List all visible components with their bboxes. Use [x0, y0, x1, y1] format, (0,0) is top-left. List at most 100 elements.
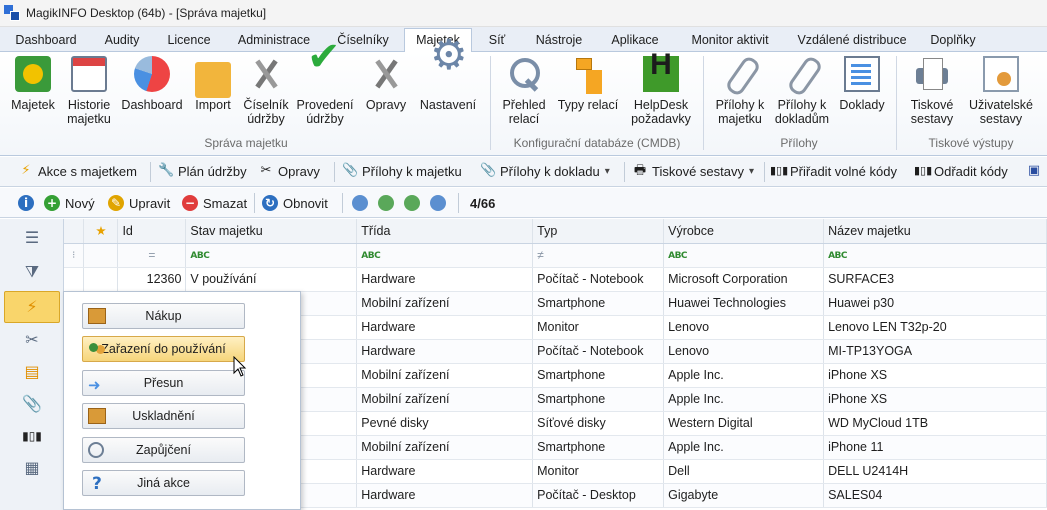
column-header-id[interactable]: Id — [117, 219, 187, 244]
cell-trida[interactable]: Mobilní zařízení — [356, 387, 534, 412]
ribbon-tiskove-button[interactable]: Tiskové sestavy — [902, 56, 962, 126]
cell-typ[interactable]: Smartphone — [532, 387, 665, 412]
cell-nazev[interactable]: DELL U2414H — [823, 459, 1047, 484]
prilohy-k-majetku-button[interactable]: 📎 Přílohy k majetku — [342, 163, 462, 179]
ribbon-prehled-button[interactable]: Přehled relací — [496, 56, 552, 126]
cell-vyrobce[interactable]: Apple Inc. — [663, 363, 825, 388]
tab-audity[interactable]: Audity — [92, 30, 152, 52]
cell-trida[interactable]: Hardware — [356, 459, 534, 484]
column-header-nazev[interactable]: Název majetku — [823, 219, 1047, 244]
cell-vyrobce[interactable]: Lenovo — [663, 339, 825, 364]
first-record-icon[interactable] — [352, 195, 368, 211]
nakup-button[interactable]: Nákup — [82, 303, 245, 329]
cell-typ[interactable]: Síťové disky — [532, 411, 665, 436]
ribbon-nastaveni-button[interactable]: Nastavení — [416, 48, 480, 112]
cell-nazev[interactable]: MI-TP13YOGA — [823, 339, 1047, 364]
next-record-icon[interactable] — [404, 195, 420, 211]
lightning-icon[interactable]: ⚡ — [4, 291, 60, 323]
ribbon-historie-button[interactable]: Historie majetku — [62, 56, 116, 126]
cell-typ[interactable]: Monitor — [532, 315, 665, 340]
filter-cell-nazev[interactable]: ABC — [823, 243, 1047, 268]
column-header-vyrobce[interactable]: Výrobce — [663, 219, 825, 244]
ribbon-import-button[interactable]: Import — [188, 56, 238, 112]
wrench-icon[interactable]: ✂ — [20, 329, 44, 351]
prilohy-k-dokladu-dropdown[interactable]: 📎 Přílohy k dokladu — [480, 163, 610, 179]
cell-vyrobce[interactable]: Gigabyte — [663, 483, 825, 508]
cell-trida[interactable]: Hardware — [356, 267, 534, 292]
ribbon-helpdesk-button[interactable]: HelpDeskpožadavky — [626, 56, 696, 126]
cell-nazev[interactable]: iPhone XS — [823, 363, 1047, 388]
save-button[interactable]: ▣ — [1026, 163, 1046, 179]
filter-icon[interactable]: ⧩ — [20, 261, 44, 283]
filter-cell-stav[interactable]: ABC — [185, 243, 358, 268]
info-button[interactable]: i — [18, 195, 39, 211]
cell-trida[interactable]: Mobilní zařízení — [356, 291, 534, 316]
plan-udrzby-button[interactable]: 🔧 Plán údržby — [158, 163, 247, 179]
tab-nastroje[interactable]: Nástroje — [524, 30, 594, 52]
cell-trida[interactable]: Mobilní zařízení — [356, 435, 534, 460]
ribbon-dashboard-button[interactable]: Dashboard — [120, 56, 184, 112]
cell-typ[interactable]: Počítač - Notebook — [532, 339, 665, 364]
cell-vyrobce[interactable]: Apple Inc. — [663, 387, 825, 412]
cell-vyrobce[interactable]: Microsoft Corporation — [663, 267, 825, 292]
cell-typ[interactable]: Monitor — [532, 459, 665, 484]
akce-s-majetkem-button[interactable]: ⚡ Akce s majetkem — [18, 163, 137, 179]
ribbon-doklady-button[interactable]: Doklady — [836, 56, 888, 112]
cell-vyrobce[interactable]: Dell — [663, 459, 825, 484]
column-header-trida[interactable]: Třída — [356, 219, 534, 244]
ribbon-majetek-button[interactable]: Majetek — [6, 56, 60, 112]
cell-trida[interactable]: Hardware — [356, 315, 534, 340]
cell-trida[interactable]: Hardware — [356, 339, 534, 364]
ribbon-typy-button[interactable]: Typy relací — [554, 56, 622, 112]
table-row[interactable]: 12360 V používání Hardware Počítač - Notebo… — [64, 267, 1047, 292]
opravy-button[interactable]: ✂ Opravy — [258, 163, 320, 179]
smazat-button[interactable]: − Smazat — [182, 195, 247, 211]
upravit-button[interactable]: ✎ Upravit — [108, 195, 170, 211]
clipboard-icon[interactable]: ▦ — [20, 457, 44, 479]
cell-nazev[interactable]: SALES04 — [823, 483, 1047, 508]
row-favorite-cell[interactable] — [83, 267, 119, 292]
previous-record-icon[interactable] — [378, 195, 394, 211]
zarazeni-do-pouzivani-button[interactable]: Zařazení do používání — [82, 336, 245, 362]
cell-nazev[interactable]: Huawei p30 — [823, 291, 1047, 316]
cell-typ[interactable]: Smartphone — [532, 363, 665, 388]
odradit-kody-button[interactable]: ▮▯▮ Odřadit kódy — [914, 163, 1008, 179]
tab-sit[interactable]: Síť — [480, 30, 514, 52]
tab-licence[interactable]: Licence — [158, 30, 220, 52]
cell-typ[interactable]: Smartphone — [532, 291, 665, 316]
cell-vyrobce[interactable]: Western Digital — [663, 411, 825, 436]
cell-typ[interactable]: Počítač - Notebook — [532, 267, 665, 292]
filter-cell[interactable] — [83, 243, 119, 268]
presun-button[interactable]: Přesun — [82, 370, 245, 397]
jina-akce-button[interactable]: Jiná akce — [82, 470, 245, 496]
uskladneni-button[interactable]: Uskladnění — [82, 403, 245, 429]
tab-vzdalene-distribuce[interactable]: Vzdálené distribuce — [790, 30, 914, 52]
cell-trida[interactable]: Hardware — [356, 483, 534, 508]
favorite-star-icon[interactable]: ★ — [83, 219, 119, 244]
tab-dashboard[interactable]: Dashboard — [6, 30, 86, 52]
filter-cell-id[interactable]: = — [117, 243, 187, 268]
tab-doplnky[interactable]: Doplňky — [920, 30, 986, 52]
filter-cell-typ[interactable]: ≠ — [532, 243, 665, 268]
cell-stav[interactable]: V používání — [185, 267, 358, 292]
tiskove-sestavy-dropdown[interactable]: 🖶 Tiskové sestavy — [632, 163, 754, 179]
cell-vyrobce[interactable]: Apple Inc. — [663, 435, 825, 460]
cell-typ[interactable]: Smartphone — [532, 435, 665, 460]
ribbon-provedeni-button[interactable]: Provedeníúdržby — [294, 50, 356, 126]
filter-cell-trida[interactable]: ABC — [356, 243, 534, 268]
cell-nazev[interactable]: iPhone 11 — [823, 435, 1047, 460]
paperclip-icon[interactable]: 📎 — [20, 393, 44, 415]
priradit-volne-kody-button[interactable]: ▮▯▮ Přiřadit volné kódy — [770, 163, 897, 179]
cell-trida[interactable]: Mobilní zařízení — [356, 363, 534, 388]
tab-monitor-aktivit[interactable]: Monitor aktivit — [678, 30, 782, 52]
column-header-typ[interactable]: Typ — [532, 219, 665, 244]
ribbon-uzivatelske-button[interactable]: Uživatelské sestavy — [964, 56, 1038, 126]
hierarchy-icon[interactable]: ▤ — [20, 361, 44, 383]
filter-cell-vyrobce[interactable]: ABC — [663, 243, 825, 268]
ribbon-prilohy-majetek-button[interactable]: Přílohy k majetku — [710, 56, 770, 126]
ribbon-prilohy-doklad-button[interactable]: Přílohy k dokladům — [772, 56, 832, 126]
cell-trida[interactable]: Pevné disky — [356, 411, 534, 436]
zapujceni-button[interactable]: Zapůjčení — [82, 437, 245, 463]
novy-button[interactable]: + Nový — [44, 195, 95, 211]
cell-vyrobce[interactable]: Huawei Technologies — [663, 291, 825, 316]
